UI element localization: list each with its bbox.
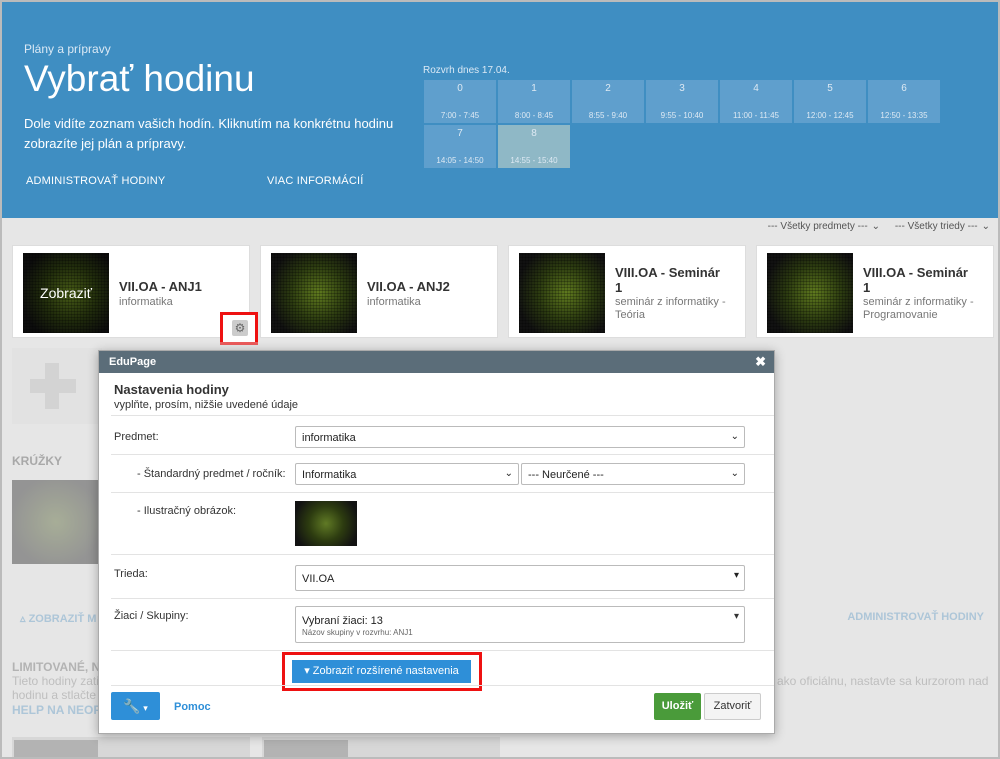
- breadcrumb: Plány a prípravy: [24, 42, 111, 56]
- lesson-title: VII.OA - ANJ2: [367, 279, 450, 294]
- chevron-down-icon: ⌄: [871, 221, 881, 232]
- timetable-slot[interactable]: 7 14:05 - 14:50: [424, 125, 496, 168]
- page-frame: Plány a prípravy Vybrať hodinu Dole vidí…: [0, 0, 1000, 759]
- more-info-link[interactable]: VIAC INFORMÁCIÍ: [267, 175, 364, 187]
- info-text: ako oficiálnu, nastavte sa kurzorom nad: [777, 674, 989, 688]
- page-title: Vybrať hodinu: [24, 58, 255, 99]
- subjects-filter[interactable]: --- Všetky predmety --- ⌄: [768, 221, 880, 232]
- subject-select[interactable]: informatika ⌄: [295, 426, 745, 448]
- show-more-link[interactable]: ▵ ZOBRAZIŤ M: [20, 612, 96, 625]
- lesson-title-line2: 1: [863, 280, 871, 295]
- lesson-settings-dialog: EduPage ✖ Nastavenia hodiny vyplňte, pro…: [98, 350, 775, 734]
- gear-icon[interactable]: ⚙: [232, 320, 248, 336]
- lesson-card[interactable]: VIII.OA - Seminár 1 seminár z informatik…: [508, 245, 746, 338]
- classes-filter[interactable]: --- Všetky triedy --- ⌄: [895, 221, 990, 232]
- lesson-card[interactable]: [262, 737, 500, 757]
- dialog-title: Nastavenia hodiny: [114, 382, 229, 397]
- admin-lessons-link-bottom[interactable]: ADMINISTROVAŤ HODINY: [847, 611, 984, 623]
- lesson-title: VIII.OA - Seminár: [863, 265, 968, 280]
- add-lesson-card[interactable]: [12, 348, 102, 424]
- class-label: Trieda:: [114, 568, 148, 580]
- timetable-slot[interactable]: 3 9:55 - 10:40: [646, 80, 718, 123]
- timetable-slot[interactable]: 2 8:55 - 9:40: [572, 80, 644, 123]
- grade-select[interactable]: --- Neurčené --- ⌄: [521, 463, 745, 485]
- lesson-settings-highlight: ⚙: [220, 312, 258, 345]
- page-header: Plány a prípravy Vybrať hodinu Dole vidí…: [2, 2, 998, 218]
- subject-label: Predmet:: [114, 431, 159, 443]
- lesson-subject: informatika: [367, 296, 421, 308]
- chevron-down-icon: ⌄: [981, 221, 990, 232]
- help-link[interactable]: Pomoc: [174, 701, 211, 713]
- timetable-slot[interactable]: 5 12:00 - 12:45: [794, 80, 866, 123]
- lesson-card[interactable]: Zobraziť VII.OA - ANJ1 informatika: [12, 245, 250, 338]
- filter-bar: --- Všetky predmety --- ⌄ --- Všetky trie…: [756, 221, 990, 232]
- limited-heading: LIMITOVANÉ, N: [12, 660, 101, 674]
- show-lesson-overlay[interactable]: Zobraziť: [23, 253, 109, 333]
- caret-down-icon: ▾: [304, 665, 310, 677]
- lesson-title: VII.OA - ANJ1: [119, 279, 202, 294]
- clubs-heading: KRÚŽKY: [12, 454, 62, 468]
- lesson-subject-line2: Programovanie: [863, 309, 938, 321]
- chevron-down-icon: ▾: [733, 570, 739, 581]
- limited-text: Tieto hodiny zati: [12, 674, 99, 688]
- lesson-card[interactable]: VII.OA - ANJ2 informatika: [260, 245, 498, 338]
- dialog-subtitle: vyplňte, prosím, nižšie uvedené údaje: [114, 399, 299, 411]
- lesson-subject: seminár z informatiky -: [615, 296, 726, 308]
- help-link[interactable]: HELP NA NEOF: [12, 703, 101, 717]
- students-label: Žiaci / Skupiny:: [114, 610, 189, 622]
- lesson-subject-line2: Teória: [615, 309, 645, 321]
- chevron-down-icon: ▾: [733, 611, 739, 622]
- admin-lessons-link[interactable]: ADMINISTROVAŤ HODINY: [26, 175, 165, 187]
- page-description: Dole vidíte zoznam vašich hodín. Kliknut…: [24, 116, 394, 151]
- lesson-thumbnail: [767, 253, 853, 333]
- lesson-thumbnail: [519, 253, 605, 333]
- students-select[interactable]: Vybraní žiaci: 13 Názov skupiny v rozvrh…: [295, 606, 745, 643]
- timetable-title: Rozvrh dnes 17.04.: [423, 65, 510, 76]
- chevron-down-icon: ⌄: [730, 431, 739, 442]
- lesson-subject: seminár z informatiky -: [863, 296, 974, 308]
- lesson-card[interactable]: VIII.OA - Seminár 1 seminár z informatik…: [756, 245, 994, 338]
- timetable-slot[interactable]: 0 7:00 - 7:45: [424, 80, 496, 123]
- dialog-titlebar: EduPage ✖: [99, 351, 774, 373]
- show-advanced-settings-button[interactable]: ▾ Zobraziť rozšírené nastavenia: [292, 660, 471, 683]
- tools-button[interactable]: 🔧 ▾: [111, 692, 160, 720]
- save-button[interactable]: Uložiť: [654, 693, 701, 720]
- wrench-icon: 🔧: [123, 698, 141, 714]
- timetable-slot-active[interactable]: 8 14:55 - 15:40: [498, 125, 570, 168]
- close-button[interactable]: Zatvoriť: [704, 693, 761, 720]
- lesson-thumbnail: [271, 253, 357, 333]
- timetable-slot[interactable]: 6 12:50 - 13:35: [868, 80, 940, 123]
- timetable-slot[interactable]: 1 8:00 - 8:45: [498, 80, 570, 123]
- illustration-image[interactable]: [295, 501, 357, 546]
- timetable-slot[interactable]: 4 11:00 - 11:45: [720, 80, 792, 123]
- class-select[interactable]: VII.OA ▾: [295, 565, 745, 591]
- dialog-app-title: EduPage: [109, 356, 157, 368]
- close-icon[interactable]: ✖: [755, 354, 766, 370]
- lesson-card[interactable]: [12, 737, 250, 757]
- chevron-down-icon: ⌄: [730, 468, 739, 479]
- chevron-down-icon: ⌄: [504, 468, 513, 479]
- lesson-title: VIII.OA - Seminár: [615, 265, 720, 280]
- illustration-label: - Ilustračný obrázok:: [137, 505, 237, 517]
- standard-subject-select[interactable]: Informatika ⌄: [295, 463, 519, 485]
- lesson-title-line2: 1: [615, 280, 623, 295]
- standard-subject-label: - Štandardný predmet / ročník:: [137, 468, 286, 480]
- limited-text: hodinu a stlačte: [12, 688, 97, 702]
- club-thumbnail[interactable]: [12, 480, 100, 564]
- lesson-subject: informatika: [119, 296, 173, 308]
- caret-down-icon: ▾: [140, 703, 148, 713]
